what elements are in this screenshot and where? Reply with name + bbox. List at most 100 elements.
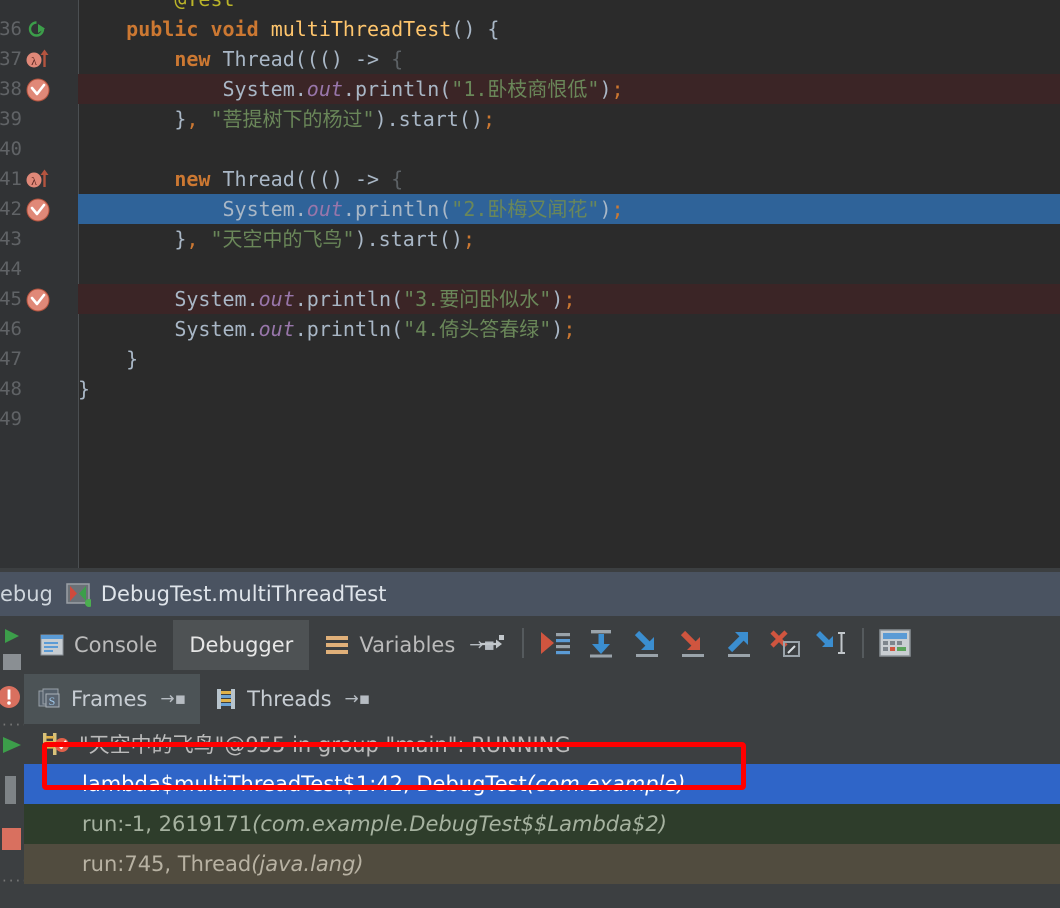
tab-debugger[interactable]: Debugger — [173, 620, 309, 670]
frames-threads-tab-row: SFrames→▪Threads→▪ — [24, 670, 1060, 725]
lambda-icon[interactable]: λ — [26, 168, 50, 190]
show-execution-point-icon[interactable] — [534, 622, 576, 664]
line-gutter[interactable]: 37λ — [0, 44, 78, 74]
frame-package-label: (java.lang) — [251, 852, 363, 876]
frame-label: run:-1, 2619171 — [82, 812, 252, 836]
subtab-frames[interactable]: SFrames→▪ — [24, 674, 200, 724]
line-gutter[interactable]: 45 — [0, 284, 78, 314]
code-line-text: public void multiThreadTest() { — [78, 14, 499, 44]
frame-label: "天空中的飞鸟"@955 in group "main": RUNNING — [79, 729, 571, 759]
frame-run-lambda-row[interactable]: run:-1, 2619171 (com.example.DebugTest$$… — [24, 804, 1060, 844]
resume-thread-icon[interactable] — [1, 734, 23, 760]
drop-frame-icon[interactable] — [764, 622, 806, 664]
debug-tool-window-label[interactable]: ebug — [0, 582, 53, 606]
line-gutter[interactable]: 38 — [0, 74, 78, 104]
subtab-label: Threads — [247, 687, 331, 711]
frame-lambda-row[interactable]: lambda$multiThreadTest$1:42, DebugTest (… — [24, 764, 1060, 804]
frame-package-label: (com.example) — [527, 772, 686, 796]
line-number: 42 — [0, 194, 22, 224]
tab-label: Variables — [359, 633, 455, 657]
line-number: 46 — [0, 314, 22, 344]
line-gutter[interactable]: 48 — [0, 374, 78, 404]
view-breakpoints-icon[interactable] — [0, 684, 22, 714]
frame-label: run:745, Thread — [82, 852, 251, 876]
step-into-icon[interactable] — [626, 622, 668, 664]
code-line-text: System.out.println("4.倚头答春绿"); — [78, 314, 575, 344]
line-gutter[interactable]: 44 — [0, 254, 78, 284]
line-number — [0, 0, 22, 14]
code-line-row[interactable]: 43 }, "天空中的飞鸟").start(); — [0, 224, 1060, 254]
step-out-icon[interactable] — [718, 622, 760, 664]
step-over-icon[interactable] — [580, 622, 622, 664]
thread-suspended-icon — [42, 732, 70, 756]
code-line-row[interactable]: 38 System.out.println("1.卧枝商恨低"); — [0, 74, 1060, 104]
code-line-text: new Thread((() -> { — [78, 164, 403, 194]
breakpoint-icon[interactable] — [26, 288, 50, 310]
tab-console[interactable]: Console — [24, 620, 173, 670]
code-line-row[interactable]: 48} — [0, 374, 1060, 404]
breakpoint-icon[interactable] — [26, 198, 50, 220]
code-line-row[interactable]: 41 λ new Thread((() -> { — [0, 164, 1060, 194]
line-gutter[interactable] — [0, 0, 78, 14]
run-config-icon — [65, 581, 91, 607]
code-line-text: System.out.println("1.卧枝商恨低"); — [78, 74, 624, 104]
line-number: 39 — [0, 104, 22, 134]
line-gutter[interactable]: 46 — [0, 314, 78, 344]
code-line-row[interactable]: 36 public void multiThreadTest() { — [0, 14, 1060, 44]
line-number: 38 — [0, 74, 22, 104]
code-line-row[interactable]: 44 — [0, 254, 1060, 284]
line-gutter[interactable]: 39 — [0, 104, 78, 134]
line-gutter[interactable]: 47 — [0, 344, 78, 374]
subtab-threads[interactable]: Threads →▪ — [200, 674, 384, 724]
svg-text:λ: λ — [31, 174, 37, 188]
lambda-icon[interactable]: λ — [26, 48, 50, 70]
detach-marker-icon[interactable] — [470, 622, 512, 664]
code-line-row[interactable]: 37λ new Thread((() -> { — [0, 44, 1060, 74]
line-number: 45 — [0, 284, 22, 314]
line-number: 41 — [0, 164, 22, 194]
breakpoint-icon[interactable] — [26, 78, 50, 100]
mute-breakpoints-icon[interactable] — [2, 828, 21, 854]
line-gutter[interactable]: 36 — [0, 14, 78, 44]
thread-running-row[interactable]: "天空中的飞鸟"@955 in group "main": RUNNING — [24, 724, 1060, 764]
code-line-row[interactable]: 40 — [0, 134, 1060, 164]
code-line-text: System.out.println("3.要问卧似水"); — [78, 284, 575, 314]
resume-program-icon[interactable] — [2, 626, 22, 650]
calculator-icon[interactable] — [874, 622, 916, 664]
debugger-toolbar — [470, 616, 916, 670]
run-to-cursor-icon[interactable] — [810, 622, 852, 664]
code-line-row[interactable]: 42 System.out.println("2.卧梅又闻花"); — [0, 194, 1060, 224]
code-editor[interactable]: @Test36 public void multiThreadTest() {3… — [0, 0, 1060, 568]
run-method-icon[interactable] — [26, 18, 50, 40]
line-number: 37 — [0, 44, 22, 74]
subtab-detach-icon[interactable]: →▪ — [345, 689, 371, 709]
force-step-into-icon[interactable] — [672, 622, 714, 664]
toolbar-separator-2 — [862, 628, 864, 658]
line-gutter[interactable]: 42 — [0, 194, 78, 224]
code-line-row[interactable]: 49 — [0, 404, 1060, 434]
subtab-label: Frames — [71, 687, 147, 711]
line-number: 44 — [0, 254, 22, 284]
frame-run-thread-row[interactable]: run:745, Thread (java.lang) — [24, 844, 1060, 884]
toolbar-separator — [522, 628, 524, 658]
code-line-row[interactable]: 39 }, "菩提树下的杨过").start(); — [0, 104, 1060, 134]
stop-program-icon[interactable] — [3, 654, 21, 674]
tab-label: Debugger — [189, 633, 293, 657]
code-line-row[interactable]: 45 System.out.println("3.要问卧似水"); — [0, 284, 1060, 314]
line-number: 40 — [0, 134, 22, 164]
code-line-text: new Thread((() -> { — [78, 44, 403, 74]
line-gutter[interactable]: 40 — [0, 134, 78, 164]
code-line-row[interactable]: @Test — [0, 0, 1060, 14]
code-line-row[interactable]: 46 System.out.println("4.倚头答春绿"); — [0, 314, 1060, 344]
code-line-row[interactable]: 47 } — [0, 344, 1060, 374]
line-gutter[interactable]: 49 — [0, 404, 78, 434]
line-gutter[interactable]: 43 — [0, 224, 78, 254]
frame-label: lambda$multiThreadTest$1:42, DebugTest — [82, 772, 527, 796]
frames-list[interactable]: "天空中的飞鸟"@955 in group "main": RUNNING lam… — [24, 724, 1060, 908]
code-line-text: System.out.println("2.卧梅又闻花"); — [78, 194, 624, 224]
line-number: 47 — [0, 344, 22, 374]
pause-marker-icon[interactable] — [5, 776, 16, 808]
line-gutter[interactable]: 41 λ — [0, 164, 78, 194]
debug-left-strip[interactable]: ···· ···· — [0, 616, 24, 908]
subtab-detach-icon[interactable]: →▪ — [160, 689, 186, 709]
